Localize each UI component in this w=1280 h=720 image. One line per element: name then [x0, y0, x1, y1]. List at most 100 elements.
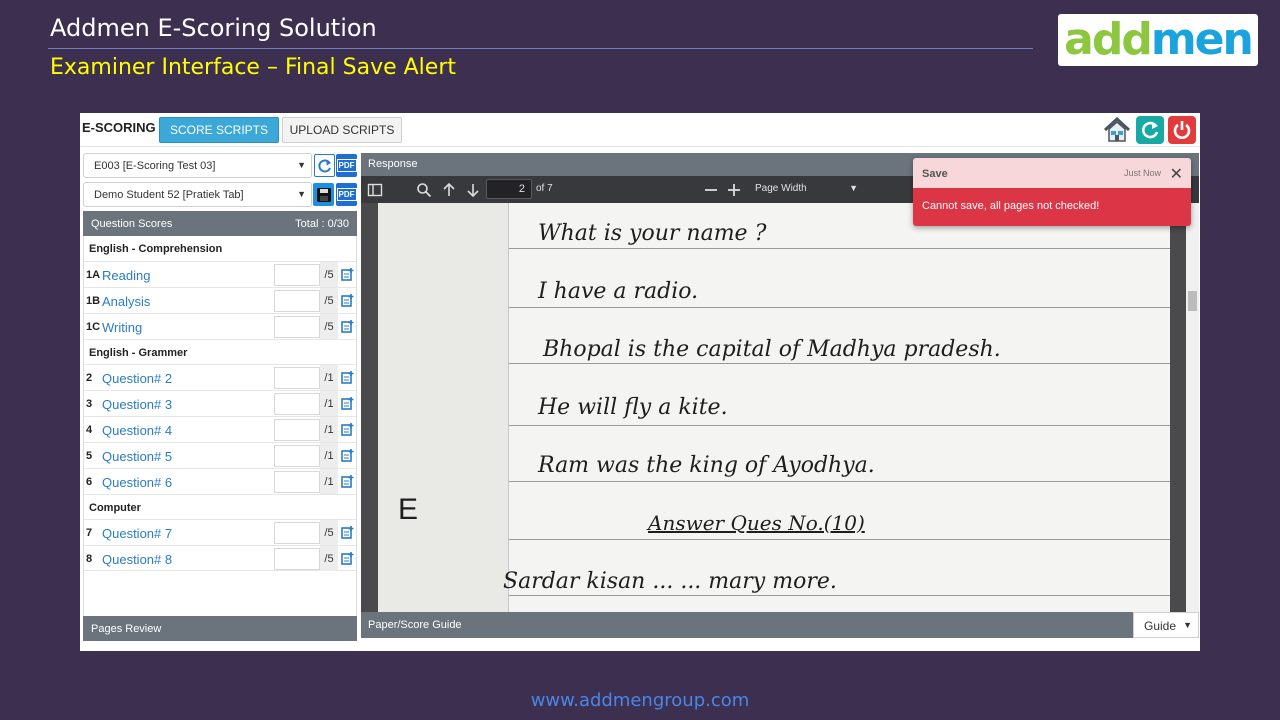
question-link[interactable]: Question# 8 [102, 552, 172, 567]
question-link[interactable]: Question# 2 [102, 371, 172, 386]
arrow-down-icon[interactable] [465, 182, 481, 198]
answer-line: I have a radio. [538, 279, 699, 304]
question-row: 7 Question# 7 /5 [84, 519, 356, 545]
question-number: 3 [86, 398, 93, 410]
question-number: 8 [86, 553, 93, 565]
question-number: 1A [86, 269, 101, 281]
score-input[interactable] [274, 548, 320, 570]
question-link[interactable]: Analysis [102, 294, 150, 309]
score-input[interactable] [274, 471, 320, 493]
score-input[interactable] [274, 367, 320, 389]
guide-select[interactable]: Guide ▼ [1133, 612, 1199, 638]
escoring-app: E-SCORING SCORE SCRIPTS UPLOAD SCRIPTS E… [80, 113, 1200, 651]
annotate-icon[interactable] [341, 397, 354, 410]
viewer-scrollbar[interactable] [1186, 203, 1199, 612]
chevron-down-icon: ▼ [297, 160, 306, 170]
refresh-icon [317, 159, 331, 172]
floppy-disk-icon [316, 187, 331, 202]
answer-line: Bhopal is the capital of Madhya pradesh. [543, 337, 1001, 362]
max-score: /5 [320, 520, 338, 545]
zoom-out-icon[interactable] [703, 182, 719, 198]
zoom-select[interactable]: Page Width ▼ [749, 179, 864, 200]
question-link[interactable]: Question# 3 [102, 397, 172, 412]
pdf-viewer[interactable]: E What is your name ? I have a radio. Bh… [361, 203, 1199, 612]
question-row: 2 Question# 2 /1 [84, 364, 356, 390]
zoom-in-icon[interactable] [726, 182, 742, 198]
close-icon[interactable]: ✕ [1170, 164, 1183, 184]
annotate-icon[interactable] [341, 423, 354, 436]
page-number-input[interactable]: 2 [486, 179, 532, 199]
upload-scripts-tab[interactable]: UPLOAD SCRIPTS [282, 117, 402, 143]
answer-line: Answer Ques No.(10) [648, 511, 865, 535]
score-scripts-tab[interactable]: SCORE SCRIPTS [159, 117, 279, 143]
title-divider [48, 48, 1033, 49]
max-score: /1 [320, 469, 338, 494]
score-guide-header[interactable]: Paper/Score Guide [361, 612, 1199, 638]
page-count: of 7 [536, 183, 553, 194]
annotate-icon[interactable] [341, 449, 354, 462]
annotate-icon[interactable] [341, 526, 354, 539]
student-select-value: Demo Student 52 [Pratiek Tab] [94, 189, 244, 201]
sidebar-toggle-icon[interactable] [367, 182, 383, 198]
answer-line: He will fly a kite. [538, 395, 728, 420]
question-scores-list: English - Comprehension 1A Reading /5 1B… [83, 236, 357, 616]
question-link[interactable]: Question# 6 [102, 475, 172, 490]
exam-pdf-button[interactable]: PDF [336, 154, 357, 177]
power-icon[interactable] [1168, 116, 1196, 144]
question-row: 3 Question# 3 /1 [84, 390, 356, 416]
annotate-icon[interactable] [341, 475, 354, 488]
score-input[interactable] [274, 290, 320, 312]
score-input[interactable] [274, 316, 320, 338]
pdf-icon: PDF [336, 188, 357, 201]
question-number: 1C [86, 321, 101, 333]
exam-select[interactable]: E003 [E-Scoring Test 03] ▼ [83, 153, 312, 178]
question-link[interactable]: Question# 7 [102, 526, 172, 541]
refresh-icon[interactable] [1136, 116, 1164, 144]
pages-review-header[interactable]: Pages Review [83, 616, 357, 641]
logo-text-men: men [1150, 14, 1254, 65]
section-header: English - Comprehension [89, 243, 223, 255]
exam-select-value: E003 [E-Scoring Test 03] [94, 160, 216, 172]
reload-exam-button[interactable] [314, 154, 335, 177]
slide-subtitle: Examiner Interface – Final Save Alert [50, 55, 457, 80]
answer-line: Ram was the king of Ayodhya. [538, 453, 875, 478]
annotate-icon[interactable] [341, 371, 354, 384]
score-input[interactable] [274, 522, 320, 544]
score-total: Total : 0/30 [295, 218, 349, 230]
chevron-down-icon: ▼ [849, 183, 858, 193]
student-pdf-button[interactable]: PDF [336, 183, 357, 206]
annotate-icon[interactable] [341, 268, 354, 281]
save-alert-toast: Save Just Now ✕ Cannot save, all pages n… [913, 158, 1191, 226]
question-number: 2 [86, 372, 93, 384]
student-select[interactable]: Demo Student 52 [Pratiek Tab] ▼ [83, 182, 312, 207]
score-input[interactable] [274, 393, 320, 415]
question-link[interactable]: Reading [102, 268, 150, 283]
brand-label: E-SCORING [82, 120, 156, 135]
annotate-icon[interactable] [341, 294, 354, 307]
question-link[interactable]: Question# 4 [102, 423, 172, 438]
max-score: /5 [320, 262, 338, 287]
annotate-icon[interactable] [341, 320, 354, 333]
question-scores-title: Question Scores [91, 218, 173, 230]
score-input[interactable] [274, 264, 320, 286]
annotate-icon[interactable] [341, 552, 354, 565]
pdf-icon: PDF [336, 159, 357, 172]
max-score: /1 [320, 365, 338, 390]
answer-line: What is your name ? [538, 221, 767, 246]
answer-page: E What is your name ? I have a radio. Bh… [378, 203, 1170, 612]
scrollbar-thumb[interactable] [1188, 291, 1197, 311]
question-link[interactable]: Question# 5 [102, 449, 172, 464]
question-row: 6 Question# 6 /1 [84, 468, 356, 494]
question-link[interactable]: Writing [102, 320, 142, 335]
home-icon[interactable] [1103, 116, 1131, 144]
score-input[interactable] [274, 419, 320, 441]
question-number: 5 [86, 450, 93, 462]
question-number: 7 [86, 527, 93, 539]
toast-header: Save Just Now ✕ [913, 158, 1191, 188]
save-button[interactable] [313, 183, 334, 206]
question-row: 4 Question# 4 /1 [84, 416, 356, 442]
score-input[interactable] [274, 445, 320, 467]
arrow-up-icon[interactable] [441, 182, 457, 198]
search-icon[interactable] [416, 182, 432, 198]
question-row: 1A Reading /5 [84, 261, 356, 287]
